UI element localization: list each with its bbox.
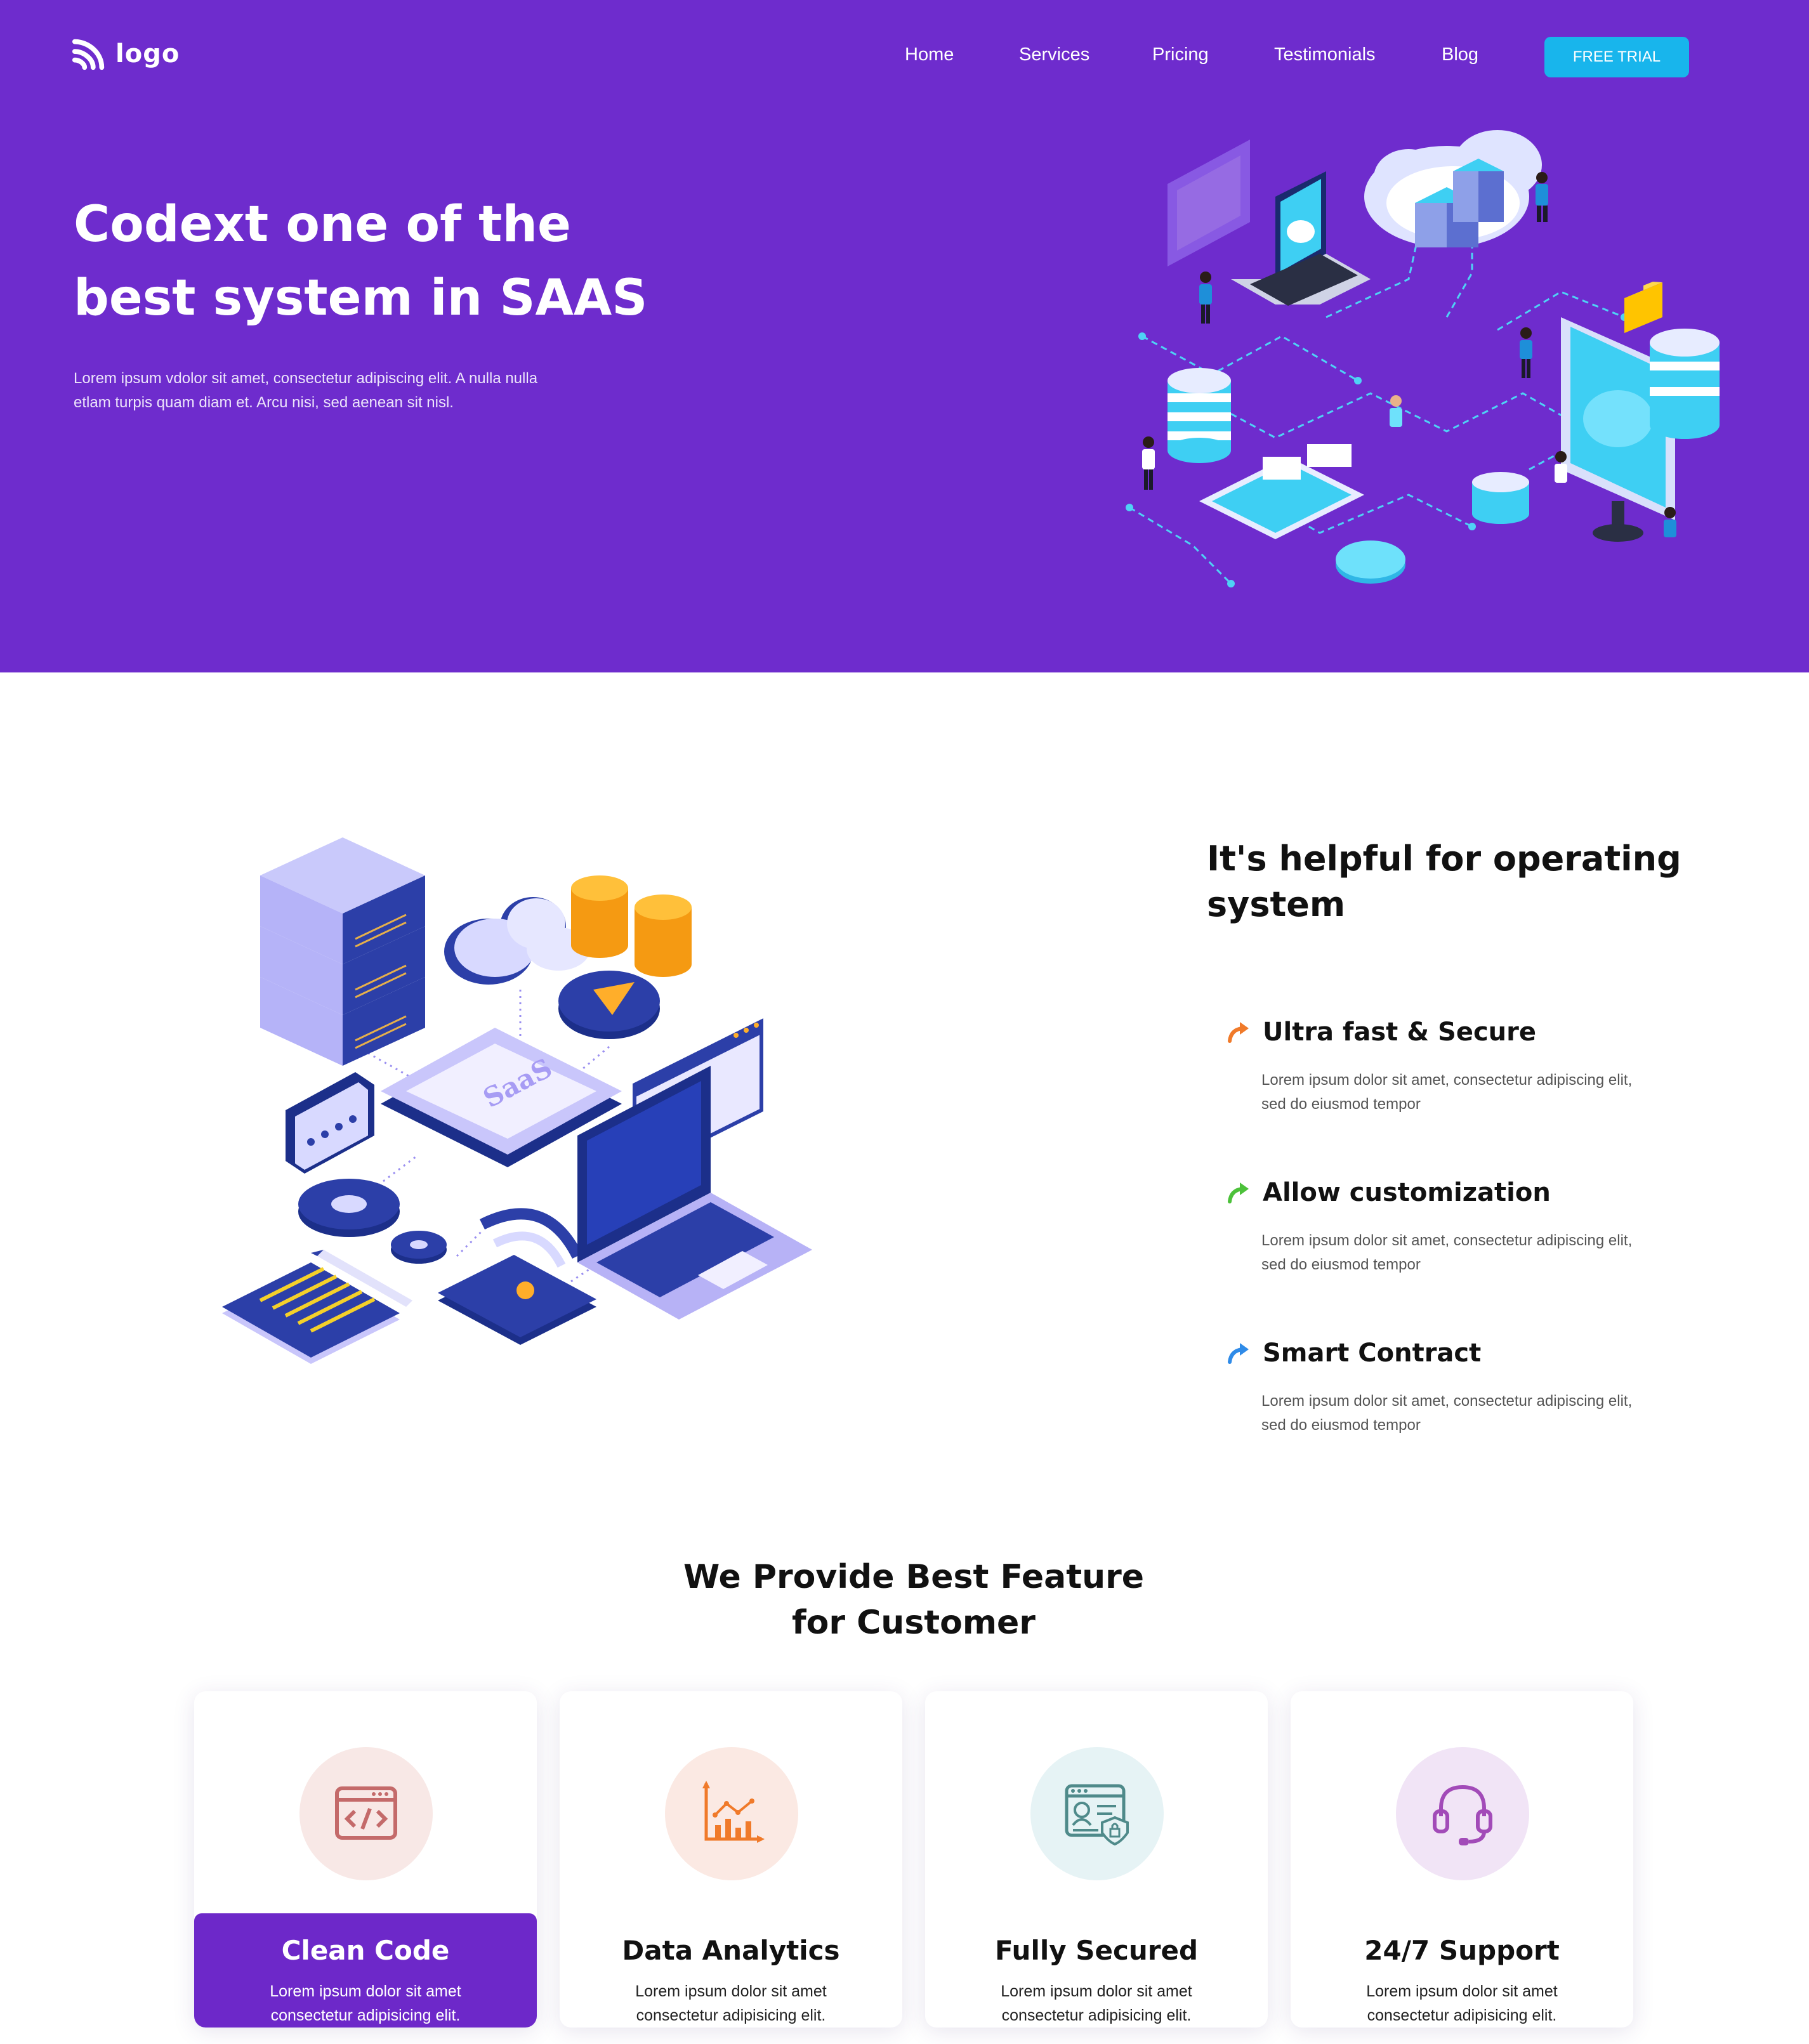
feature-item: Smart Contract Lorem ipsum dolor sit ame…	[1226, 1339, 1683, 1438]
service-card-title: Fully Secured	[994, 1935, 1199, 1966]
feature-desc: Lorem ipsum dolor sit amet, consectetur …	[1261, 1392, 1633, 1434]
service-card-desc: Lorem ipsum dolor sit amet consectetur a…	[1366, 1982, 1558, 2024]
service-card-title: 24/7 Support	[1364, 1935, 1560, 1966]
hero-title: Codext one of the best system in SAAS	[74, 188, 657, 335]
server-stack-illustration	[260, 837, 425, 1066]
service-card-body: Clean Code Lorem ipsum dolor sit amet co…	[194, 1913, 537, 2028]
analytics-chart-icon	[702, 1781, 765, 1843]
secure-profile-icon	[1065, 1784, 1129, 1846]
service-card-desc: Lorem ipsum dolor sit amet consectetur a…	[270, 1982, 461, 2024]
ghost-panel	[1168, 140, 1250, 266]
hero-illustration	[1126, 130, 1720, 587]
feature-desc: Lorem ipsum dolor sit amet, consectetur …	[1261, 1071, 1633, 1113]
feature-item: Allow customization Lorem ipsum dolor si…	[1226, 1178, 1683, 1277]
service-card-desc: Lorem ipsum dolor sit amet consectetur a…	[1001, 1982, 1192, 2024]
feature-item: Ultra fast & Secure Lorem ipsum dolor si…	[1226, 1018, 1683, 1117]
free-trial-button[interactable]: FREE TRIAL	[1544, 37, 1689, 77]
service-card-body: Data Analytics Lorem ipsum dolor sit ame…	[560, 1913, 902, 2028]
hero-section: logo Home Services Pricing Testimonials …	[0, 0, 1809, 672]
arrow-curve-icon	[1228, 1183, 1249, 1203]
cloud-icon	[444, 897, 590, 985]
service-icon-circle	[299, 1747, 433, 1880]
service-icon-circle	[1030, 1747, 1164, 1880]
services-title-line2: for Customer	[792, 1604, 1036, 1642]
database-right-illustration	[1650, 329, 1720, 439]
folder-icon	[1624, 282, 1662, 333]
services-title: We Provide Best Feature for Customer	[635, 1554, 1193, 1646]
service-card-title: Data Analytics	[622, 1935, 840, 1966]
service-card-support[interactable]: 24/7 Support Lorem ipsum dolor sit amet …	[1291, 1691, 1633, 2028]
service-card-fully-secured[interactable]: Fully Secured Lorem ipsum dolor sit amet…	[925, 1691, 1268, 2028]
arrow-curve-icon	[1228, 1343, 1249, 1364]
service-card-clean-code[interactable]: Clean Code Lorem ipsum dolor sit amet co…	[194, 1691, 537, 2028]
about-title: It's helpful for operating system	[1207, 839, 1681, 924]
coins-icon	[571, 875, 692, 977]
person-figure	[1536, 172, 1548, 222]
headset-icon	[1433, 1785, 1492, 1845]
service-card-desc: Lorem ipsum dolor sit amet consectetur a…	[635, 1982, 827, 2024]
feature-desc: Lorem ipsum dolor sit amet, consectetur …	[1261, 1232, 1633, 1273]
hero-title-line1: Codext one of the	[74, 196, 571, 253]
laptop-illustration	[1231, 171, 1371, 306]
code-window-icon	[335, 1786, 397, 1840]
cloud-server-illustration	[1364, 130, 1542, 247]
services-title-line1: We Provide Best Feature	[683, 1558, 1145, 1596]
nav-blog[interactable]: Blog	[1442, 44, 1478, 65]
disc-illustration	[1336, 540, 1405, 584]
wifi-device-illustration	[438, 1208, 596, 1345]
nav-testimonials[interactable]: Testimonials	[1274, 44, 1376, 65]
service-card-data-analytics[interactable]: Data Analytics Lorem ipsum dolor sit ame…	[560, 1691, 902, 2028]
small-database-illustration	[1472, 472, 1529, 524]
service-icon-circle	[665, 1747, 798, 1880]
document-illustration	[222, 1262, 400, 1364]
database-illustration	[1168, 368, 1231, 463]
service-card-body: 24/7 Support Lorem ipsum dolor sit amet …	[1291, 1913, 1633, 2028]
service-icon-circle	[1396, 1747, 1529, 1880]
feature-title: Ultra fast & Secure	[1263, 1018, 1536, 1047]
feature-title: Allow customization	[1263, 1178, 1551, 1207]
hero-title-line2: best system in SAAS	[74, 270, 648, 327]
play-button-icon	[558, 971, 660, 1039]
hero-subtitle: Lorem ipsum vdolor sit amet, consectetur…	[74, 370, 538, 411]
nav-services[interactable]: Services	[1019, 44, 1089, 65]
nav-home[interactable]: Home	[905, 44, 954, 65]
service-card-title: Clean Code	[281, 1935, 450, 1966]
feature-title: Smart Contract	[1263, 1339, 1482, 1368]
nav-pricing[interactable]: Pricing	[1152, 44, 1209, 65]
saas-illustration: SaaS	[222, 837, 812, 1364]
main-nav: Home Services Pricing Testimonials Blog	[0, 44, 1809, 70]
chat-bubble-icon	[286, 1072, 374, 1174]
service-card-body: Fully Secured Lorem ipsum dolor sit amet…	[925, 1913, 1268, 2028]
arrow-curve-icon	[1228, 1022, 1249, 1043]
